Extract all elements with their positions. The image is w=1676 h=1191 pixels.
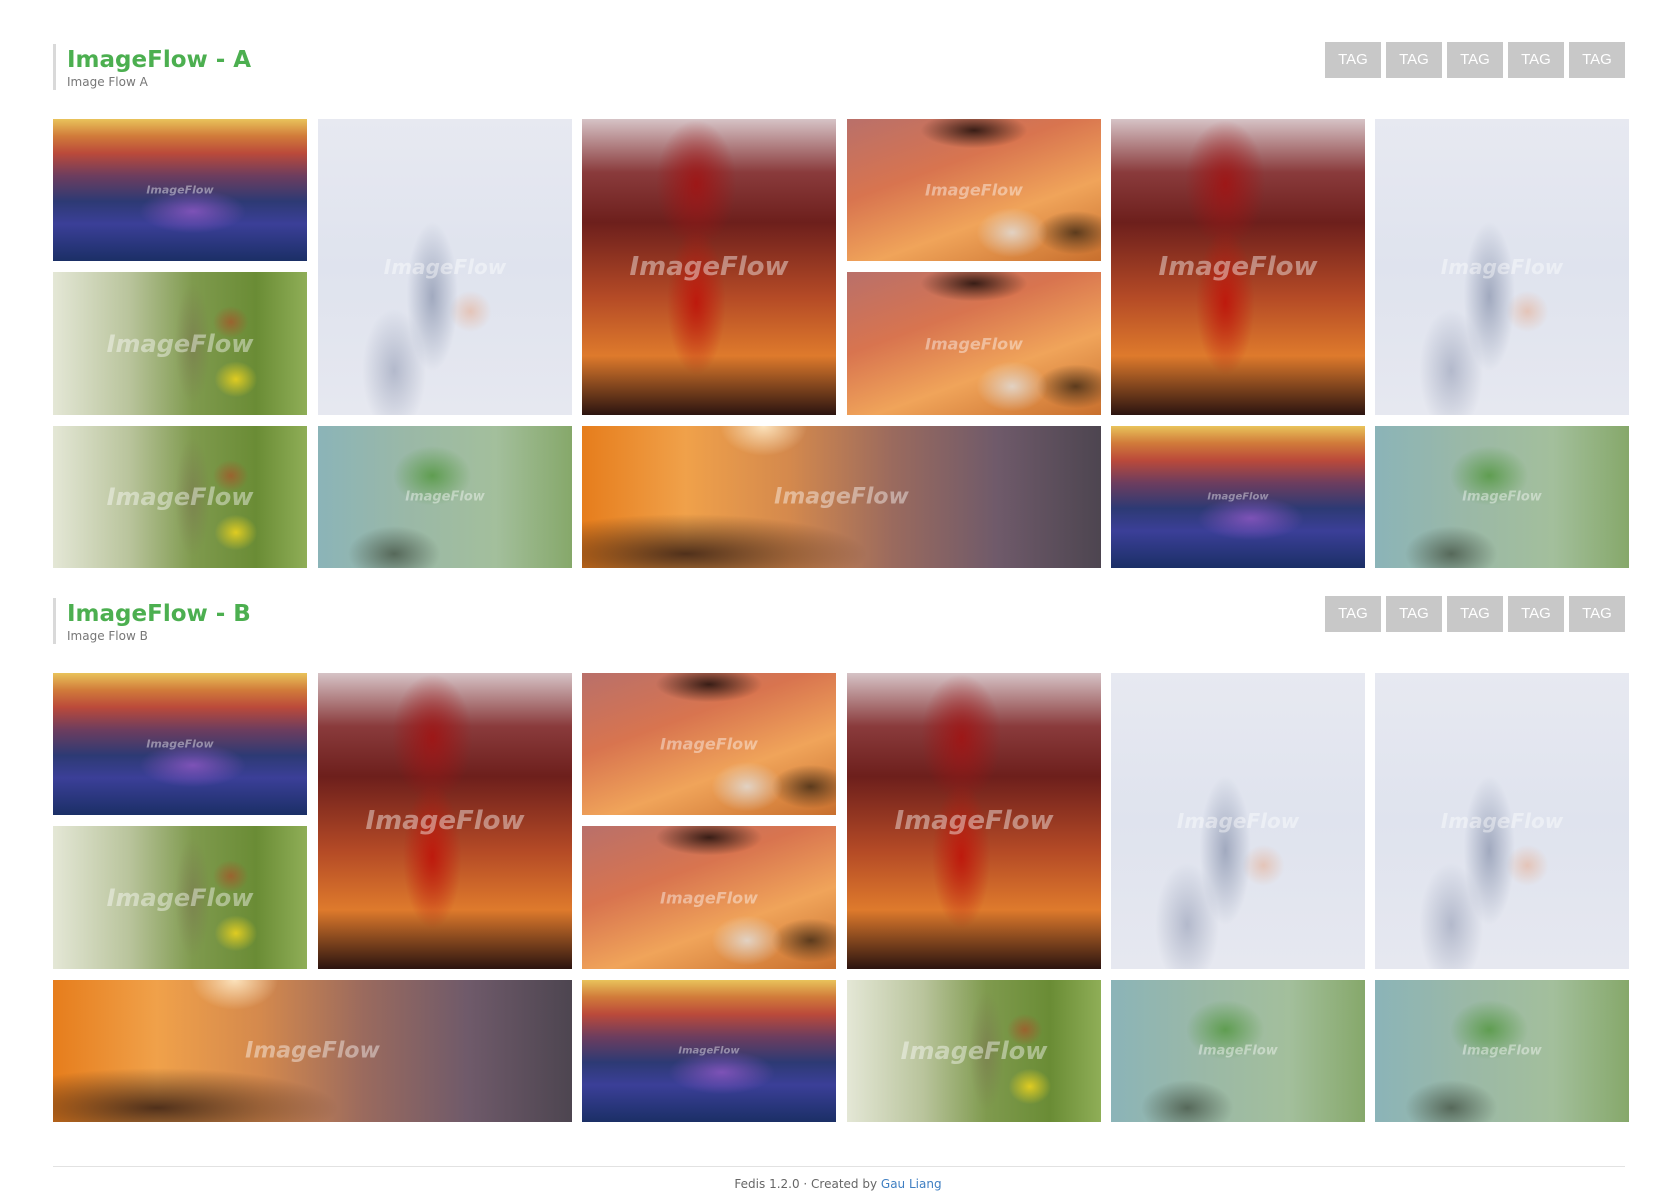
image-flow-section-b: ImageFlow - B Image Flow B TAG TAG TAG T… <box>53 596 1629 1126</box>
image-tile[interactable]: ImageFlow <box>847 673 1101 969</box>
watermark: ImageFlow <box>1207 491 1269 503</box>
image-tile[interactable]: ImageFlow <box>582 673 836 815</box>
watermark: ImageFlow <box>365 806 525 836</box>
image-tile[interactable]: ImageFlow <box>1111 673 1365 969</box>
footer-divider <box>53 1166 1625 1167</box>
image-tile[interactable]: ImageFlow <box>318 673 572 969</box>
watermark: ImageFlow <box>106 883 254 912</box>
image-tile[interactable]: ImageFlow <box>53 980 572 1122</box>
watermark: ImageFlow <box>894 806 1054 836</box>
section-subtitle: Image Flow A <box>67 75 148 89</box>
image-tile[interactable]: ImageFlow <box>53 426 307 568</box>
image-tile[interactable]: ImageFlow <box>318 426 572 568</box>
section-subtitle: Image Flow B <box>67 629 148 643</box>
tag-button[interactable]: TAG <box>1447 596 1503 632</box>
watermark: ImageFlow <box>774 484 909 510</box>
tag-button[interactable]: TAG <box>1325 42 1381 78</box>
image-tile[interactable]: ImageFlow <box>1375 673 1629 969</box>
image-tile[interactable]: ImageFlow <box>582 426 1101 568</box>
image-tile[interactable]: ImageFlow <box>582 119 836 415</box>
image-tile[interactable]: ImageFlow <box>1375 980 1629 1122</box>
tag-button[interactable]: TAG <box>1447 42 1503 78</box>
watermark: ImageFlow <box>1440 255 1564 279</box>
image-tile[interactable]: ImageFlow <box>53 119 307 261</box>
tag-list: TAG TAG TAG TAG TAG <box>1325 42 1625 78</box>
watermark: ImageFlow <box>383 255 507 279</box>
tag-list: TAG TAG TAG TAG TAG <box>1325 596 1625 632</box>
tag-button[interactable]: TAG <box>1508 42 1564 78</box>
image-tile[interactable]: ImageFlow <box>582 980 836 1122</box>
watermark: ImageFlow <box>925 180 1023 200</box>
watermark: ImageFlow <box>660 734 758 754</box>
watermark: ImageFlow <box>900 1037 1048 1065</box>
image-tile[interactable]: ImageFlow <box>847 980 1101 1122</box>
image-tile[interactable]: ImageFlow <box>53 826 307 969</box>
watermark: ImageFlow <box>1198 1043 1278 1059</box>
tag-button[interactable]: TAG <box>1325 596 1381 632</box>
image-tile[interactable]: ImageFlow <box>582 826 836 969</box>
footer-text: Fedis 1.2.0 · Created by <box>734 1177 881 1191</box>
watermark: ImageFlow <box>106 483 254 511</box>
watermark: ImageFlow <box>1440 809 1564 833</box>
watermark: ImageFlow <box>1158 252 1318 282</box>
image-tile[interactable]: ImageFlow <box>847 272 1101 415</box>
tag-button[interactable]: TAG <box>1386 42 1442 78</box>
image-tile[interactable]: ImageFlow <box>847 119 1101 261</box>
watermark: ImageFlow <box>660 888 758 907</box>
tag-button[interactable]: TAG <box>1569 596 1625 632</box>
image-tile[interactable]: ImageFlow <box>53 673 307 815</box>
image-tile[interactable]: ImageFlow <box>53 272 307 415</box>
tag-button[interactable]: TAG <box>1508 596 1564 632</box>
author-link[interactable]: Gau Liang <box>881 1177 942 1191</box>
image-tile[interactable]: ImageFlow <box>1111 119 1365 415</box>
watermark: ImageFlow <box>146 183 214 197</box>
section-title: ImageFlow - B <box>67 601 251 627</box>
section-header: ImageFlow - A Image Flow A <box>53 44 251 90</box>
footer: Fedis 1.2.0 · Created by Gau Liang <box>0 1177 1676 1191</box>
image-tile[interactable]: ImageFlow <box>1111 426 1365 568</box>
watermark: ImageFlow <box>245 1038 380 1064</box>
image-flow-section-a: ImageFlow - A Image Flow A TAG TAG TAG T… <box>53 42 1629 572</box>
image-tile[interactable]: ImageFlow <box>318 119 572 415</box>
watermark: ImageFlow <box>925 334 1023 353</box>
watermark: ImageFlow <box>629 252 789 282</box>
image-tile[interactable]: ImageFlow <box>1375 119 1629 415</box>
watermark: ImageFlow <box>1462 489 1542 505</box>
image-tile[interactable]: ImageFlow <box>1375 426 1629 568</box>
watermark: ImageFlow <box>1462 1043 1542 1059</box>
watermark: ImageFlow <box>146 737 214 751</box>
watermark: ImageFlow <box>405 489 485 505</box>
section-header: ImageFlow - B Image Flow B <box>53 598 251 644</box>
watermark: ImageFlow <box>106 329 254 358</box>
image-tile[interactable]: ImageFlow <box>1111 980 1365 1122</box>
watermark: ImageFlow <box>678 1045 740 1057</box>
tag-button[interactable]: TAG <box>1386 596 1442 632</box>
tag-button[interactable]: TAG <box>1569 42 1625 78</box>
watermark: ImageFlow <box>1176 809 1300 833</box>
section-title: ImageFlow - A <box>67 47 252 73</box>
